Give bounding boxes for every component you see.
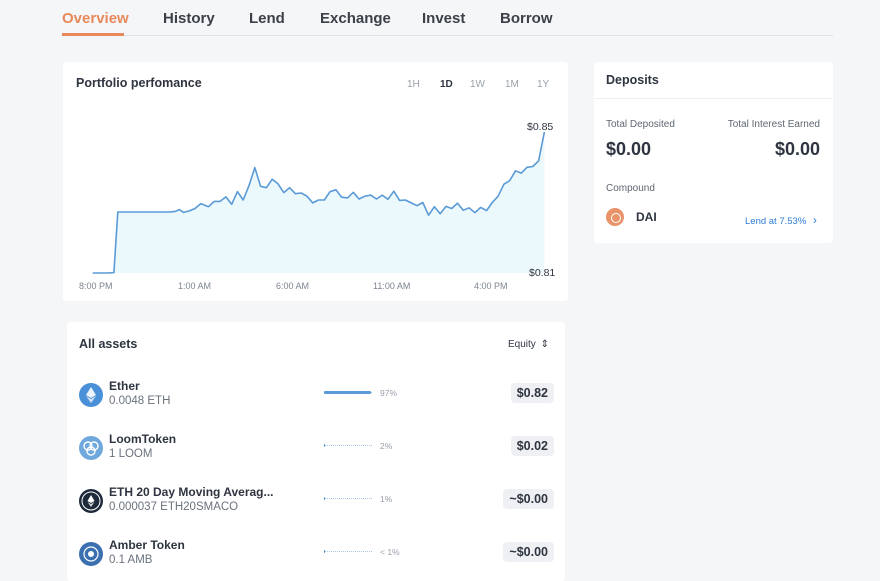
share-bar-fill — [324, 550, 325, 553]
share-percent: 97% — [380, 388, 398, 398]
equity-value: $0.02 — [510, 436, 554, 456]
tab-history[interactable]: History — [163, 10, 215, 27]
equity-value: $0.82 — [510, 383, 554, 403]
asset-row-ether[interactable]: Ether 0.0048 ETH 97% $0.82 — [67, 374, 565, 427]
eth20-icon — [79, 489, 103, 513]
share-percent: 2% — [380, 441, 393, 451]
asset-row-amber[interactable]: Amber Token 0.1 AMB < 1% ~$0.00 — [67, 533, 565, 581]
share-bar-fill — [324, 497, 325, 500]
dai-asset-name: DAI — [636, 210, 657, 224]
share-bar-fill — [324, 444, 325, 447]
time-label: 1:00 AM — [178, 281, 212, 291]
lend-label: Lend at 7.53% — [745, 216, 807, 227]
share-bar — [324, 550, 372, 554]
time-label: 8:00 PM — [79, 281, 113, 291]
equity-sort-button[interactable]: Equity ⇕ — [508, 339, 549, 350]
tab-invest[interactable]: Invest — [422, 10, 465, 27]
tab-exchange[interactable]: Exchange — [320, 10, 391, 27]
equity-sort-label: Equity — [508, 339, 536, 350]
tab-lend[interactable]: Lend — [249, 10, 285, 27]
portfolio-performance-card: Portfolio perfomance 1H 1D 1W 1M 1Y $0.8… — [63, 62, 568, 301]
total-deposited-label: Total Deposited — [606, 119, 675, 130]
asset-row-eth20smaco[interactable]: ETH 20 Day Moving Averag... 0.000037 ETH… — [67, 480, 565, 533]
asset-amount: 1 LOOM — [109, 448, 153, 460]
chart-low-label: $0.81 — [529, 267, 556, 279]
share-bar — [324, 444, 372, 448]
lend-link[interactable]: Lend at 7.53% › — [745, 213, 817, 227]
active-tab-indicator — [62, 33, 124, 36]
portfolio-chart — [92, 131, 546, 274]
amber-icon — [79, 542, 103, 566]
share-bar — [324, 391, 372, 395]
tab-borrow[interactable]: Borrow — [500, 10, 553, 27]
deposits-card: Deposits Total Deposited $0.00 Total Int… — [594, 62, 833, 243]
asset-name: ETH 20 Day Moving Averag... — [109, 485, 274, 499]
asset-amount: 0.000037 ETH20SMACO — [109, 501, 239, 513]
all-assets-card: All assets Equity ⇕ Ether 0.0048 ETH 97%… — [67, 322, 565, 581]
share-bar-fill — [324, 391, 371, 394]
asset-amount: 0.0048 ETH — [109, 395, 171, 407]
divider — [594, 98, 833, 99]
share-percent: 1% — [380, 494, 393, 504]
compound-label: Compound — [606, 183, 655, 194]
time-label: 6:00 AM — [276, 281, 310, 291]
tab-overview[interactable]: Overview — [62, 10, 129, 27]
asset-row-loomtoken[interactable]: LoomToken 1 LOOM 2% $0.02 — [67, 427, 565, 480]
share-bar — [324, 497, 372, 501]
time-label: 11:00 AM — [373, 281, 411, 291]
chart-high-label: $0.85 — [527, 121, 554, 133]
sort-icon: ⇕ — [540, 339, 549, 350]
dai-icon — [606, 208, 624, 226]
asset-name: Ether — [109, 379, 140, 393]
top-nav: Overview History Lend Exchange Invest Bo… — [62, 0, 833, 36]
equity-value: ~$0.00 — [503, 542, 554, 562]
deposits-title: Deposits — [606, 73, 659, 87]
asset-amount: 0.1 AMB — [109, 554, 153, 566]
chevron-right-icon: › — [812, 213, 817, 227]
share-percent: < 1% — [380, 547, 400, 557]
total-interest-value: $0.00 — [774, 139, 820, 159]
total-interest-label: Total Interest Earned — [727, 119, 820, 130]
assets-title: All assets — [79, 337, 138, 351]
total-deposited-value: $0.00 — [606, 139, 652, 159]
loom-icon — [79, 436, 103, 460]
asset-name: LoomToken — [109, 432, 177, 446]
equity-value: ~$0.00 — [503, 489, 554, 509]
time-label: 4:00 PM — [474, 281, 508, 291]
ether-icon — [79, 383, 103, 407]
asset-name: Amber Token — [109, 538, 185, 552]
portfolio-area — [92, 132, 545, 273]
